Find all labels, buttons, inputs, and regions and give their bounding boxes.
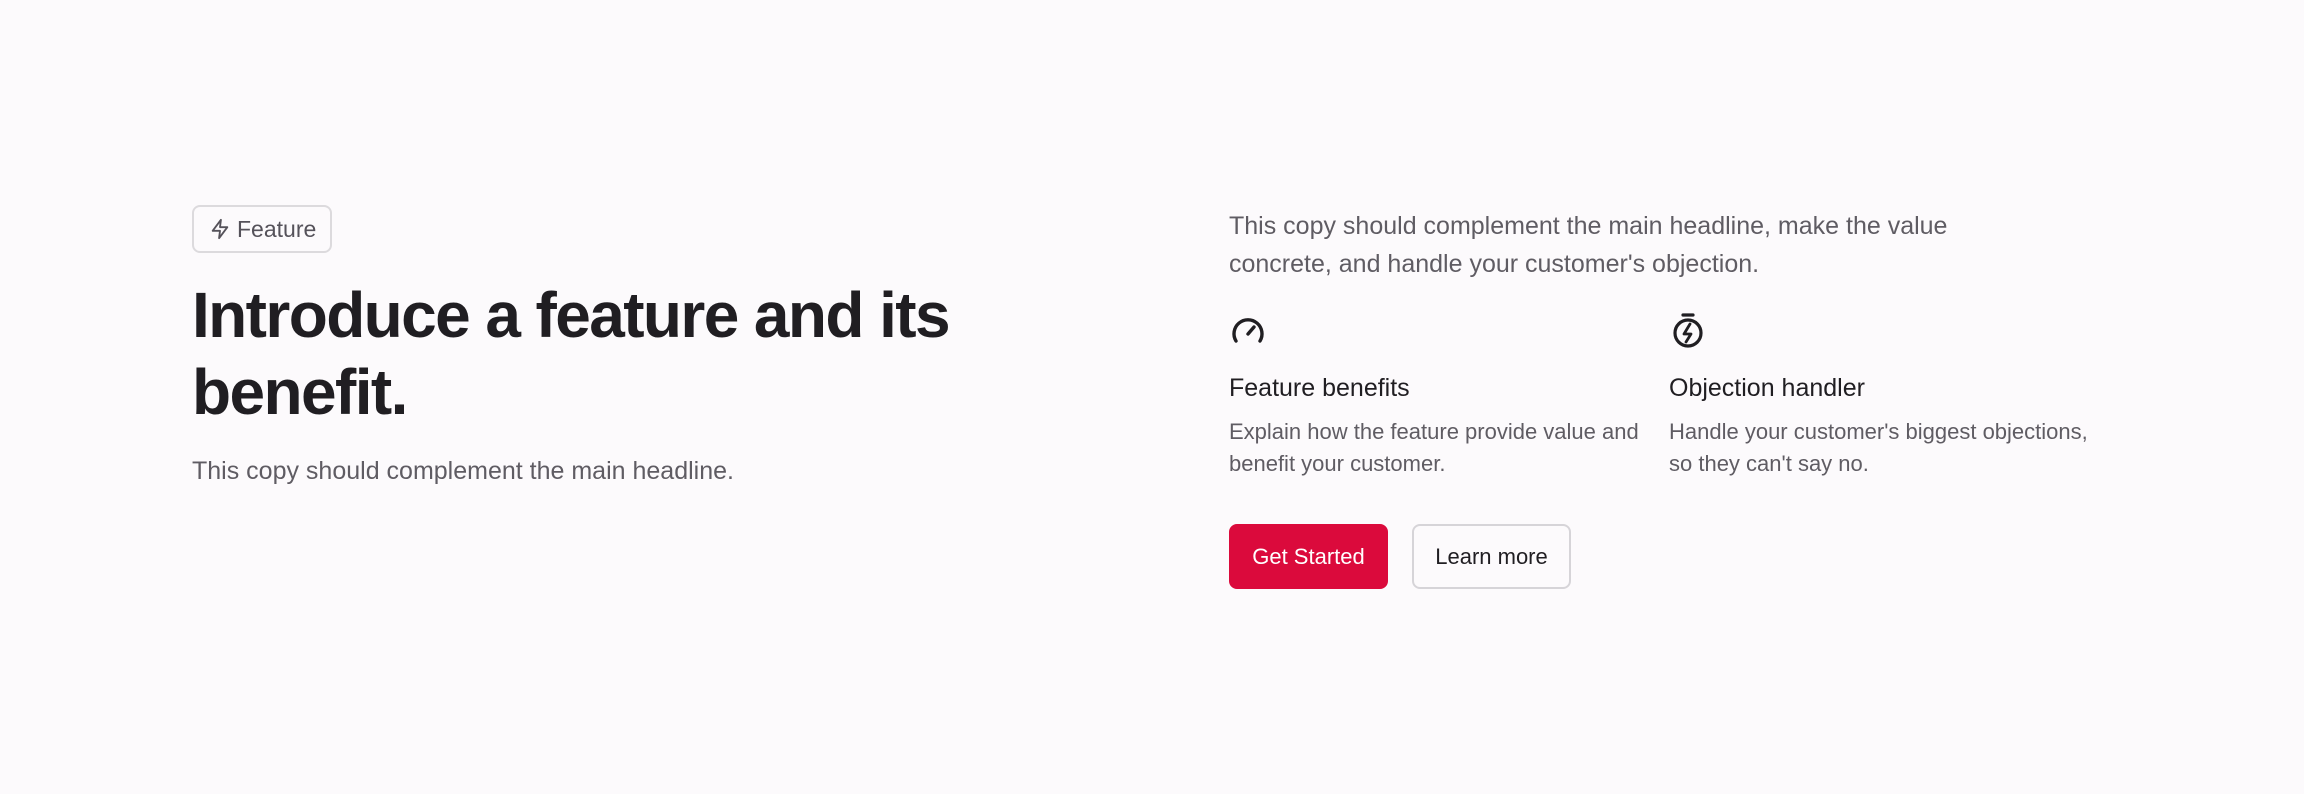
- details-column: This copy should complement the main hea…: [1229, 207, 2088, 589]
- stopwatch-bolt-icon: [1669, 312, 1707, 350]
- feature-item-objection: Objection handler Handle your customer's…: [1669, 312, 2109, 480]
- feature-title: Feature benefits: [1229, 374, 1410, 402]
- feature-description: Explain how the feature provide value an…: [1229, 419, 1639, 476]
- feature-section: Feature Introduce a feature and its bene…: [0, 0, 2304, 794]
- gauge-icon: [1229, 312, 1267, 350]
- feature-badge: Feature: [192, 205, 333, 253]
- hero-column: Feature Introduce a feature and its bene…: [192, 205, 1092, 488]
- action-buttons: Get Started Learn more: [1229, 524, 2069, 589]
- feature-item-benefits: Feature benefits Explain how the feature…: [1229, 312, 1669, 480]
- feature-description: Handle your customer's biggest objection…: [1669, 419, 2088, 476]
- lightning-icon: [209, 217, 231, 241]
- badge-label: Feature: [237, 215, 317, 242]
- get-started-button[interactable]: Get Started: [1229, 524, 1388, 589]
- details-intro: This copy should complement the main hea…: [1229, 212, 1948, 278]
- learn-more-button[interactable]: Learn more: [1412, 524, 1571, 589]
- feature-list: Feature benefits Explain how the feature…: [1229, 312, 2088, 480]
- feature-title: Objection handler: [1669, 374, 1865, 402]
- page-title: Introduce a feature and its benefit.: [192, 279, 951, 428]
- hero-subtitle: This copy should complement the main hea…: [192, 457, 734, 485]
